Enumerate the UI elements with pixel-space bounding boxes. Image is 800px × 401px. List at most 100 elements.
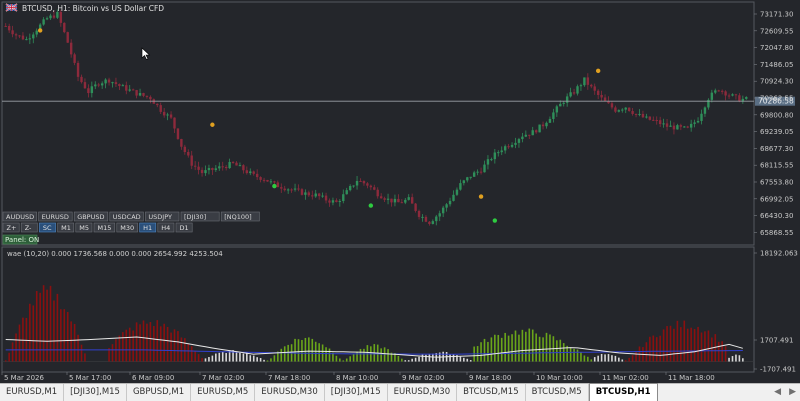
symbol-button-label: AUDUSD [6, 213, 34, 221]
candle-body [514, 142, 517, 145]
chart-tab-btcusd-m15[interactable]: BTCUSD,M15 [457, 384, 526, 401]
candle-body [410, 197, 414, 204]
sell-signal-marker [37, 28, 43, 33]
tool-button-sc[interactable]: SC [39, 222, 56, 233]
candle-body [255, 173, 259, 178]
tool-button-label: H1 [143, 224, 152, 232]
candle-body [703, 107, 707, 114]
symbol-button-gbpusd[interactable]: GBPUSD [73, 211, 109, 222]
candle-body [138, 93, 142, 96]
candle-body [645, 116, 648, 118]
tool-button-m5[interactable]: M5 [75, 222, 93, 233]
candle-body [35, 30, 38, 35]
chart-title-text: BTCUSD, H1: Bitcoin vs US Dollar CFD [22, 4, 164, 13]
tool-button-z-minus[interactable]: Z- [20, 222, 38, 233]
symbol-button-usdjpy[interactable]: USDJPY [145, 211, 180, 222]
tool-button-z-minusplus[interactable]: Z+ [2, 222, 20, 233]
chart-tab-gbpusd-m1[interactable]: GBPUSD,M1 [127, 384, 192, 401]
symbol-button-dji30[interactable]: [DJI30] [180, 211, 220, 222]
tool-button-label: M5 [79, 224, 89, 232]
candle-body [76, 62, 80, 77]
candle-body [21, 35, 25, 40]
tool-button-label: M1 [61, 224, 71, 232]
candle-body [183, 146, 187, 153]
candle-body [638, 113, 641, 115]
candle-body [262, 179, 266, 181]
chart-tab-dji30-m15[interactable]: [DJI30],M15 [325, 384, 388, 401]
tool-button-m1[interactable]: M1 [57, 222, 75, 233]
chart-window[interactable]: 70286.58 73171.30 72609.55 72047.80 71486.0… [0, 0, 800, 401]
tool-button-m15[interactable]: M15 [93, 222, 116, 233]
chart-tab-dji30-m15[interactable]: [DJI30],M15 [64, 384, 127, 401]
candle-body [104, 79, 107, 84]
candle-body [335, 200, 338, 202]
candle-body [249, 171, 252, 174]
candle-body [11, 30, 14, 35]
scroll-left-icon[interactable]: ◀ [770, 384, 785, 401]
candle-body [624, 107, 627, 110]
candle-body [466, 177, 469, 181]
candle-body [672, 125, 676, 130]
candle-body [100, 83, 104, 86]
symbol-button-eurusd[interactable]: EURUSD [38, 211, 73, 222]
candle-body [235, 162, 238, 166]
candle-body [689, 123, 693, 128]
tool-button-h1[interactable]: H1 [139, 222, 157, 233]
candle-body [14, 34, 18, 36]
candle-body [586, 77, 590, 85]
price-pane[interactable] [1, 1, 755, 246]
candle-body [4, 25, 7, 27]
candle-body [118, 84, 121, 86]
candle-body [507, 146, 510, 148]
candle-body [321, 195, 324, 197]
chart-tab-btcusd-m5[interactable]: BTCUSD,M5 [526, 384, 589, 401]
candle-body [710, 92, 714, 100]
candle-body [424, 216, 428, 222]
candle-body [128, 89, 131, 91]
panel-toggle-button[interactable]: Panel: ON [2, 234, 39, 245]
time-axis-label: 5 Mar 2026 [4, 374, 44, 382]
scroll-right-icon[interactable]: ▶ [785, 384, 800, 401]
candle-body [555, 106, 559, 113]
candle-body [493, 152, 497, 160]
candle-body [445, 204, 448, 208]
candle-body [538, 124, 541, 133]
symbol-button-nq100[interactable]: [NQ100] [220, 211, 260, 222]
candle-body [18, 35, 21, 37]
candle-body [404, 199, 407, 203]
tool-button-h4[interactable]: H4 [157, 222, 175, 233]
chart-tab-btcusd-h1[interactable]: BTCUSD,H1 [588, 383, 658, 401]
candle-body [156, 103, 159, 106]
candle-body [242, 165, 245, 171]
candle-body [224, 166, 228, 169]
symbol-button-audusd[interactable]: AUDUSD [2, 211, 37, 222]
symbol-button-label: [NQ100] [224, 213, 251, 221]
tool-button-m30[interactable]: M30 [116, 222, 138, 233]
time-axis-label: 7 Mar 02:00 [202, 374, 244, 382]
candle-body [245, 170, 249, 174]
symbol-button-usdcad[interactable]: USDCAD [109, 211, 144, 222]
tool-button-d1[interactable]: D1 [175, 222, 193, 233]
candle-body [87, 88, 90, 94]
time-axis: 5 Mar 2026 5 Mar 17:00 6 Mar 09:00 7 Mar 02… [1, 372, 715, 382]
candle-body [166, 114, 169, 116]
candle-body [135, 90, 138, 96]
chart-tab-eurusd-m1[interactable]: EURUSD,M1 [0, 384, 65, 401]
candle-body [83, 82, 87, 89]
candle-body [359, 180, 362, 182]
chart-canvas[interactable]: 70286.58 73171.3072609.5572047.8071486.0… [0, 0, 800, 383]
chart-tab-eurusd-m30[interactable]: EURUSD,M30 [255, 384, 325, 401]
chart-tabs-bar: EURUSD,M1 [DJI30],M15 GBPUSD,M1 EURUSD,M5 EU… [0, 383, 800, 401]
candle-body [727, 95, 731, 97]
candle-body [273, 181, 276, 183]
candle-body [686, 126, 689, 128]
chart-tab-eurusd-m5[interactable]: EURUSD,M5 [191, 384, 256, 401]
candle-body [552, 112, 555, 119]
candle-body [228, 162, 231, 169]
candle-body [293, 188, 297, 190]
candle-body [528, 134, 531, 136]
candle-body [69, 42, 73, 55]
tool-button-label: Z- [25, 224, 32, 232]
candle-body [590, 84, 593, 87]
chart-tab-eurusd-m30[interactable]: EURUSD,M30 [388, 384, 458, 401]
